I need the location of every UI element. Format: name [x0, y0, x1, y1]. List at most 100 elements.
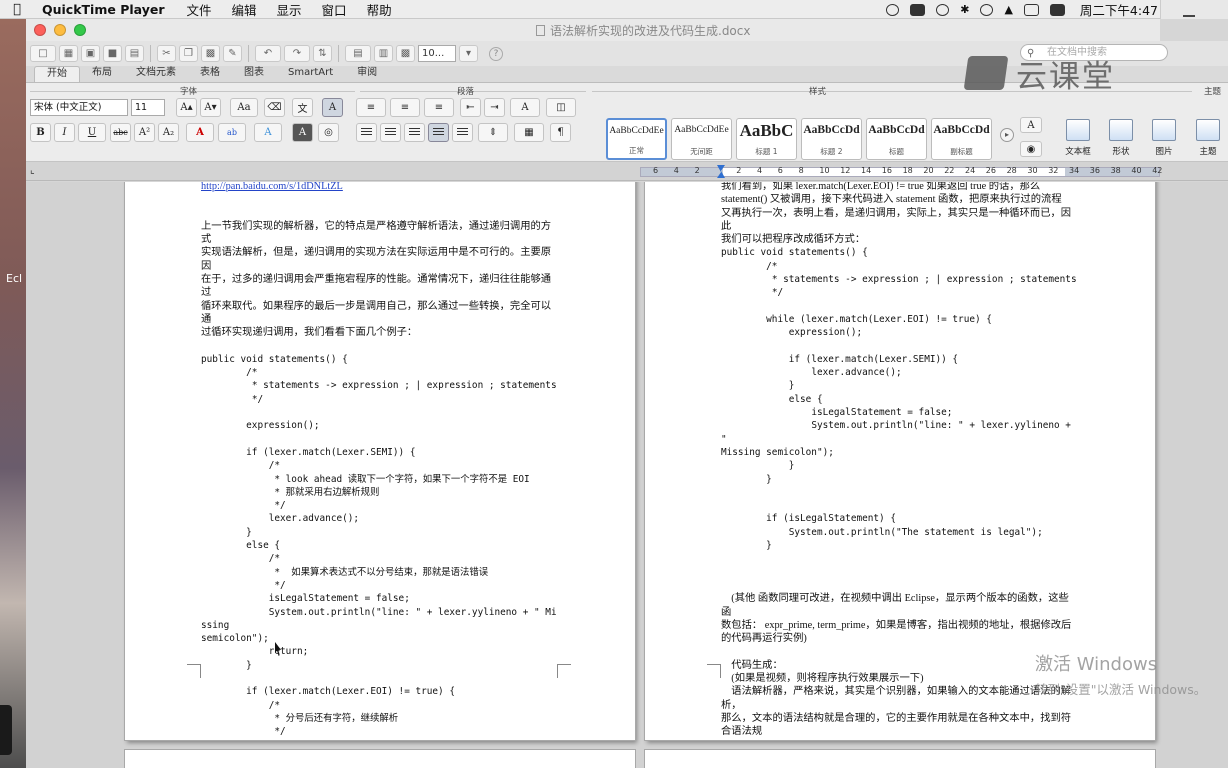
menu-file[interactable]: 文件 — [177, 0, 222, 19]
tab-document-elements[interactable]: 文档元素 — [124, 66, 188, 82]
menubar-clock[interactable]: 周二下午4:47 — [1080, 0, 1158, 19]
font-name-select[interactable]: 宋体 (中文正文) — [30, 99, 128, 116]
decrease-indent-icon[interactable]: ⇤ — [460, 98, 481, 117]
undo-icon[interactable]: ↶ — [255, 45, 281, 62]
bold-icon[interactable]: B — [30, 123, 51, 142]
styles-next-icon[interactable]: ▸ — [1000, 128, 1014, 142]
redo-icon[interactable]: ↷ — [284, 45, 310, 62]
style-subtitle[interactable]: AaBbCcDd 副标题 — [931, 118, 992, 160]
style-heading-1[interactable]: AaBbC 标题 1 — [736, 118, 797, 160]
style-title[interactable]: AaBbCcDd 标题 — [866, 118, 927, 160]
underline-icon[interactable]: U — [78, 123, 106, 142]
battery-icon[interactable] — [1023, 3, 1039, 16]
font-color-icon[interactable]: A — [186, 123, 214, 142]
print-icon[interactable]: ▤ — [125, 45, 144, 62]
menu-window[interactable]: 窗口 — [312, 0, 357, 19]
apple-icon[interactable]:  — [0, 2, 34, 17]
wifi-icon[interactable] — [980, 3, 994, 16]
record-icon[interactable] — [886, 3, 900, 16]
input-method-icon[interactable] — [1049, 3, 1065, 16]
columns-icon[interactable]: ◫ — [546, 98, 576, 117]
close-window-icon[interactable] — [34, 24, 46, 36]
shape-button[interactable]: 形状 — [1103, 119, 1139, 161]
minimize-icon[interactable] — [1183, 15, 1195, 17]
time-machine-icon[interactable] — [936, 3, 950, 16]
tab-charts[interactable]: 图表 — [232, 66, 276, 82]
menu-help[interactable]: 帮助 — [357, 0, 402, 19]
help-icon[interactable]: ? — [489, 46, 503, 61]
tab-review[interactable]: 审阅 — [345, 66, 389, 82]
format-painter-icon[interactable]: ✎ — [223, 45, 242, 62]
phonetic-guide-icon[interactable]: 文 — [292, 98, 313, 117]
open-folder-icon[interactable]: ▣ — [81, 45, 100, 62]
tab-home[interactable]: 开始 — [34, 66, 80, 82]
tab-smartart[interactable]: SmartArt — [276, 66, 345, 82]
distributed-icon[interactable] — [452, 123, 473, 142]
enclose-character-icon[interactable]: ◎ — [318, 123, 339, 142]
textbox-button[interactable]: 文本框 — [1060, 119, 1096, 161]
text-style-icon[interactable]: A — [1020, 117, 1042, 133]
subscript-icon[interactable]: A₂ — [158, 123, 179, 142]
zoom-select[interactable]: 10... — [418, 45, 456, 62]
page-right-text[interactable]: 我们看到，如果 lexer.match(Lexer.EOI) != true 如… — [721, 182, 1077, 738]
next-page-right[interactable] — [645, 750, 1155, 768]
theme-button[interactable]: 主题 — [1190, 119, 1226, 161]
template-icon[interactable]: ▦ — [59, 45, 78, 62]
grow-font-icon[interactable]: A▴ — [176, 98, 197, 117]
tab-stop-icon[interactable]: ⌞ — [30, 165, 35, 176]
align-right-icon[interactable] — [404, 123, 425, 142]
clear-format-icon[interactable]: ⌫ — [264, 98, 285, 117]
zoom-window-icon[interactable] — [74, 24, 86, 36]
page-left-text[interactable]: http://pan.baidu.com/s/1dDNLtZL 上一节我们实现的解… — [201, 182, 557, 738]
sidebar-icon[interactable]: ▥ — [374, 45, 393, 62]
new-document-icon[interactable]: □ — [30, 45, 56, 62]
page-left[interactable]: http://pan.baidu.com/s/1dDNLtZL 上一节我们实现的解… — [125, 182, 635, 740]
character-border-icon[interactable]: A — [322, 98, 343, 117]
line-spacing-icon[interactable]: ⇕ — [478, 123, 508, 142]
show-marks-icon[interactable]: ¶ — [550, 123, 571, 142]
text-direction-icon[interactable]: A — [510, 98, 540, 117]
increase-indent-icon[interactable]: ⇥ — [484, 98, 505, 117]
font-size-select[interactable]: 11 — [131, 99, 165, 116]
style-heading-2[interactable]: AaBbCcDd 标题 2 — [801, 118, 862, 160]
copy-icon[interactable]: ❐ — [179, 45, 198, 62]
sort-icon[interactable]: ⇅ — [313, 45, 332, 62]
text-effects-icon[interactable]: A — [254, 123, 282, 142]
horizontal-ruler[interactable]: ⌞ 6 4 2 2 4 6 8 10 12 14 16 18 20 22 24 26 28 30 32 34 36 38 4… — [26, 162, 1228, 181]
picture-button[interactable]: 图片 — [1146, 119, 1182, 161]
align-center-icon[interactable] — [380, 123, 401, 142]
strikethrough-icon[interactable]: abc — [110, 123, 131, 142]
highlight-icon[interactable]: ab — [218, 123, 246, 142]
menu-view[interactable]: 显示 — [267, 0, 312, 19]
style-no-spacing[interactable]: AaBbCcDdEe 无间距 — [671, 118, 732, 160]
tab-tables[interactable]: 表格 — [188, 66, 232, 82]
change-case-icon[interactable]: Aa — [230, 98, 258, 117]
menu-app-name[interactable]: QuickTime Player — [34, 2, 177, 17]
bluetooth-icon[interactable]: ✱ — [960, 3, 969, 16]
save-icon[interactable]: ■ — [103, 45, 122, 62]
align-left-icon[interactable] — [356, 123, 377, 142]
superscript-icon[interactable]: A² — [134, 123, 155, 142]
justify-icon[interactable] — [428, 123, 449, 142]
page2-line: /* — [721, 260, 778, 272]
multilevel-list-icon[interactable]: ≡ — [424, 98, 454, 117]
display-icon[interactable] — [910, 3, 926, 16]
minimize-window-icon[interactable] — [54, 24, 66, 36]
character-shading-icon[interactable]: A — [292, 123, 313, 142]
italic-icon[interactable]: I — [54, 123, 75, 142]
numbering-icon[interactable]: ≡ — [390, 98, 420, 117]
media-icon[interactable]: ▩ — [396, 45, 415, 62]
view-icon[interactable]: ▤ — [345, 45, 371, 62]
cut-icon[interactable]: ✂ — [157, 45, 176, 62]
next-page-left[interactable] — [125, 750, 635, 768]
shrink-font-icon[interactable]: A▾ — [200, 98, 221, 117]
borders-icon[interactable]: ▦ — [514, 123, 544, 142]
menu-edit[interactable]: 编辑 — [222, 0, 267, 19]
tab-layout[interactable]: 布局 — [80, 66, 124, 82]
bullets-icon[interactable]: ≡ — [356, 98, 386, 117]
volume-icon[interactable]: ▲ — [1004, 3, 1012, 16]
style-pane-icon[interactable]: ◉ — [1020, 141, 1042, 157]
paste-icon[interactable]: ▩ — [201, 45, 220, 62]
style-normal[interactable]: AaBbCcDdEe 正常 — [606, 118, 667, 160]
zoom-dropdown-icon[interactable]: ▾ — [459, 45, 478, 62]
